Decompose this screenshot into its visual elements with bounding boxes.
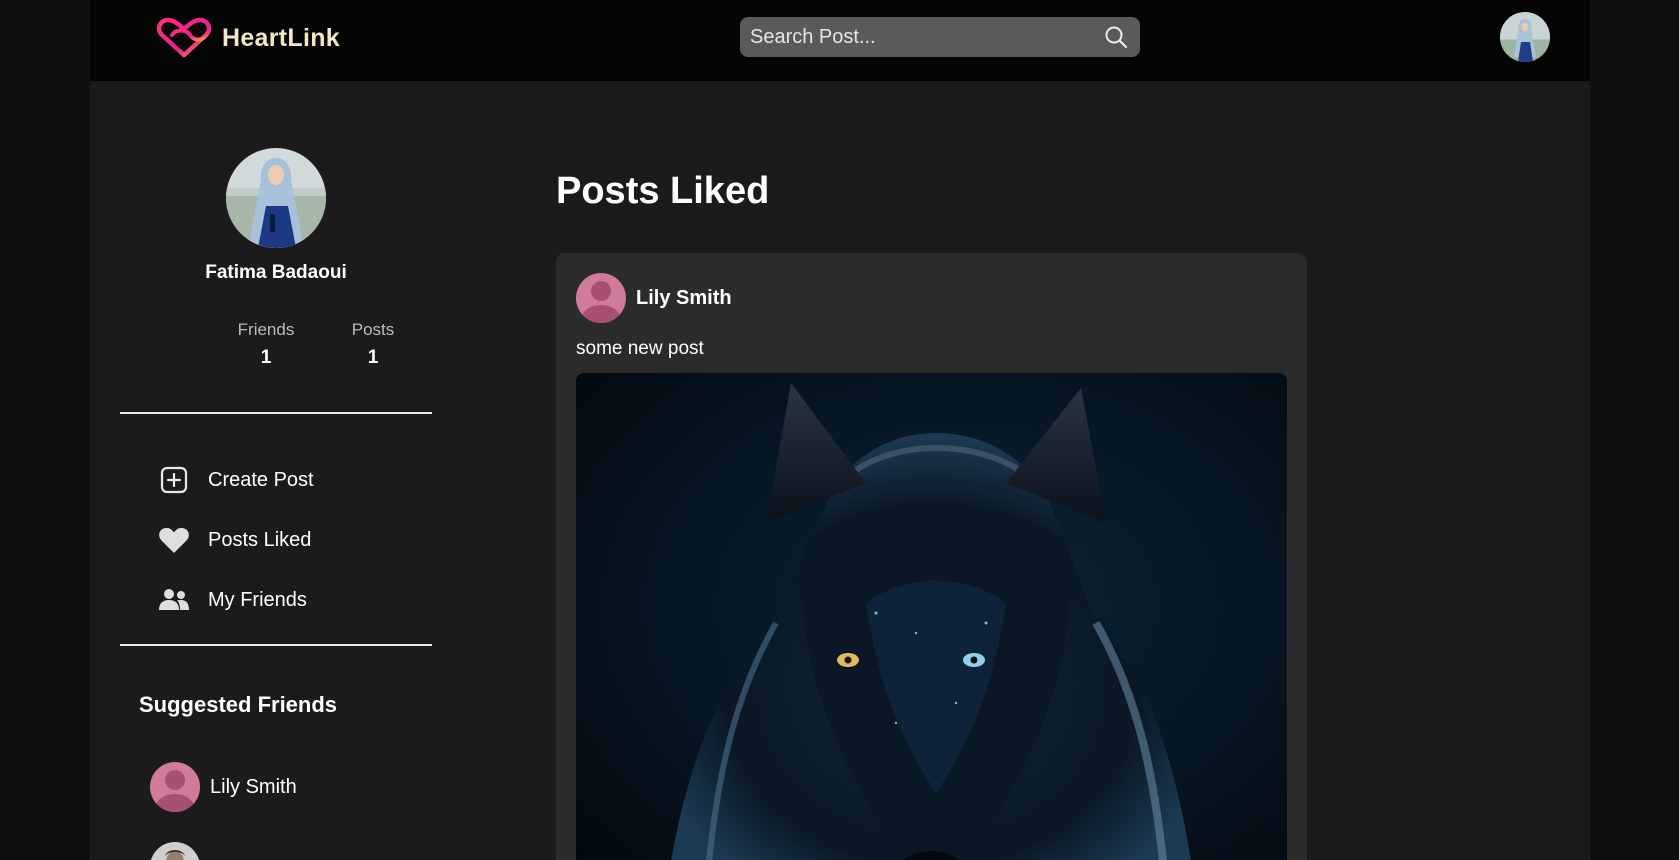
wolf-photo (576, 373, 1287, 860)
app-container: HeartLink Search Post... Fatima Badaoui … (90, 0, 1590, 860)
search-bar (740, 17, 1140, 57)
post-author-name: Lily Smith (636, 286, 732, 309)
posts-stat-value: 1 (367, 347, 379, 368)
post-author[interactable]: Lily Smith (576, 273, 732, 323)
friends-stat-label: Friends (237, 320, 295, 339)
avatar (150, 842, 200, 860)
logo[interactable]: HeartLink (154, 17, 340, 59)
post-image[interactable] (576, 373, 1287, 860)
default-avatar-pink (150, 762, 200, 812)
friends-stat-value: 1 (260, 347, 272, 368)
user-avatar-button[interactable] (1500, 12, 1550, 62)
nav-item-create-post[interactable]: Create Post (158, 463, 314, 497)
users-icon (158, 584, 190, 616)
sidebar-divider (120, 644, 432, 646)
suggested-friend-item[interactable] (150, 842, 200, 860)
post-text: some new post (576, 338, 704, 359)
post-card: Lily Smith some new post (556, 253, 1307, 860)
friends-stat[interactable]: Friends 1 (216, 320, 316, 369)
suggested-friends-title: Suggested Friends (139, 692, 338, 717)
search-icon[interactable] (1104, 25, 1128, 49)
avatar-photo (1500, 12, 1550, 62)
nav-item-my-friends[interactable]: My Friends (158, 583, 307, 617)
suggested-friend-item[interactable]: Lily Smith (150, 762, 297, 812)
profile-photo (226, 148, 326, 248)
nav-label-posts-liked: Posts Liked (208, 528, 312, 551)
profile-avatar[interactable] (226, 148, 326, 248)
sidebar-divider (120, 412, 432, 414)
heart-icon (158, 524, 190, 556)
default-avatar-pink (576, 273, 626, 323)
nav-label-my-friends: My Friends (208, 588, 307, 611)
nav-item-posts-liked[interactable]: Posts Liked (158, 523, 311, 557)
search-input[interactable] (750, 17, 1090, 57)
logo-text: HeartLink (222, 23, 341, 52)
page-title: Posts Liked (556, 170, 770, 212)
heartlink-logo-icon (156, 17, 212, 58)
suggested-friend-name: Lily Smith (210, 775, 297, 798)
profile-name: Fatima Badaoui (205, 262, 347, 283)
top-bar: HeartLink (90, 0, 1590, 81)
nav-label-create-post: Create Post (208, 468, 314, 491)
posts-stat-label: Posts (351, 320, 395, 339)
plus-square-icon (158, 464, 190, 496)
posts-stat[interactable]: Posts 1 (323, 320, 423, 369)
